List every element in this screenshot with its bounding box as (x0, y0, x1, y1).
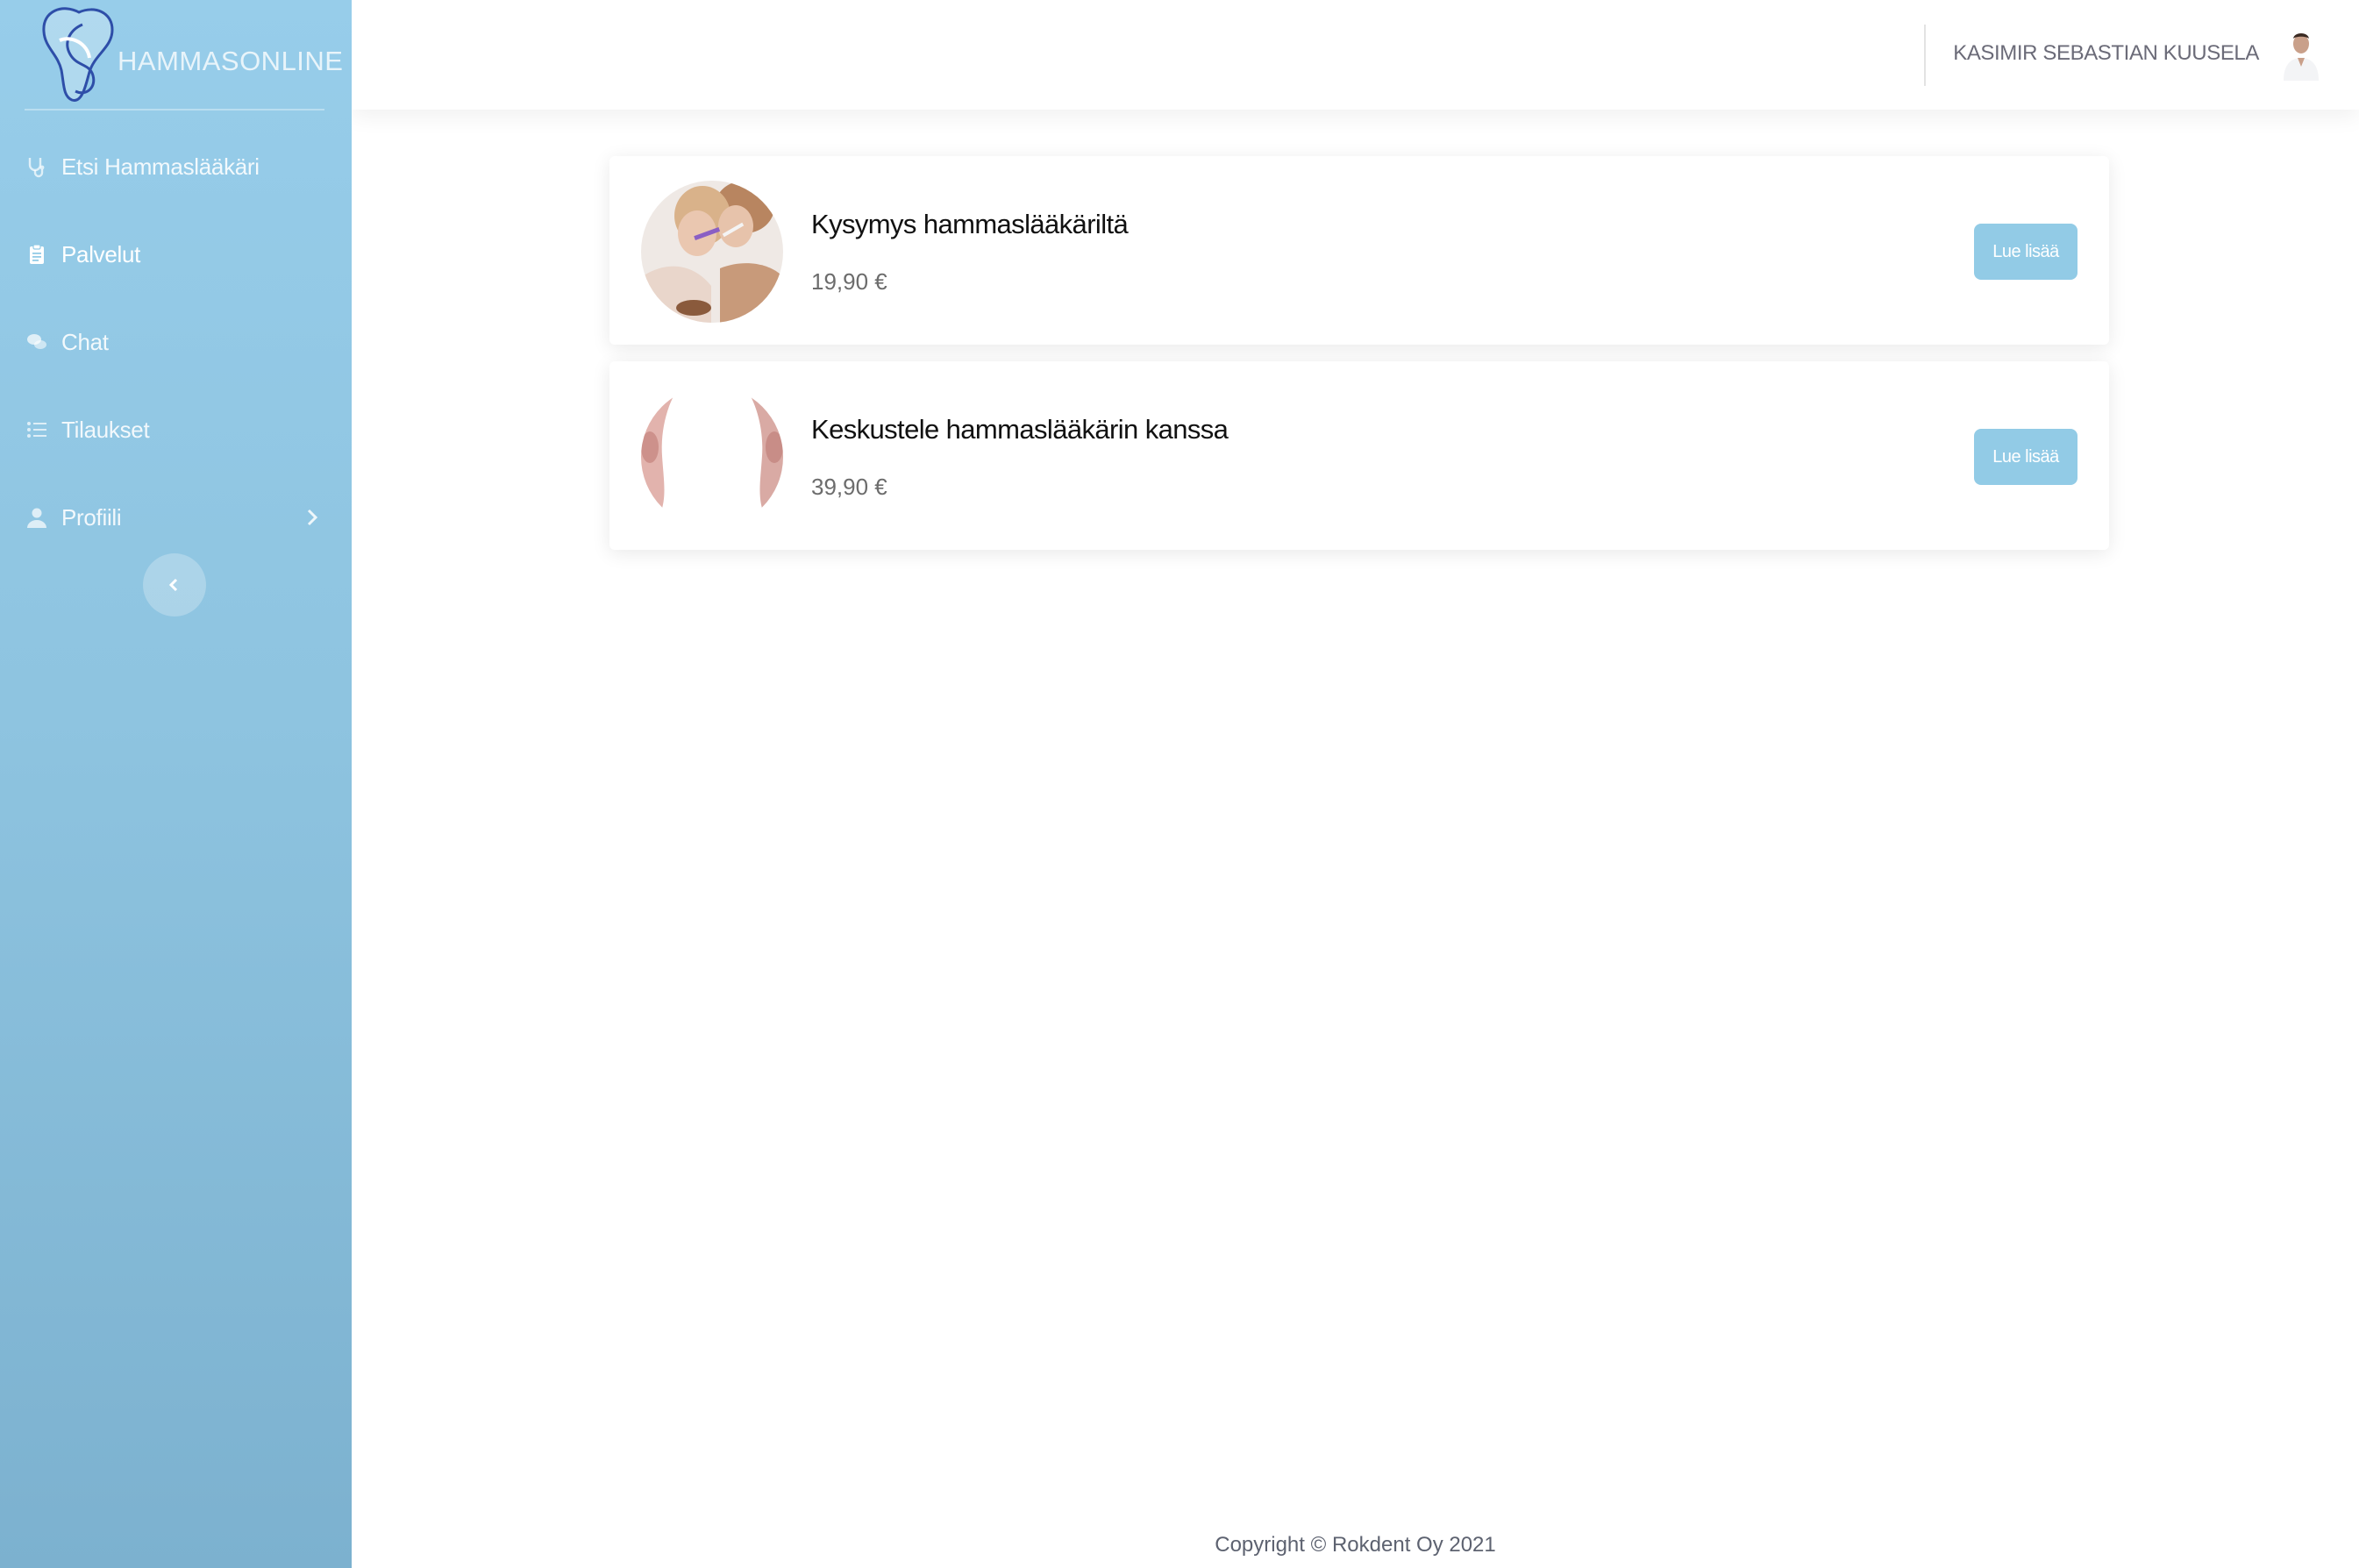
sidebar-item-label: Tilaukset (61, 416, 150, 443)
service-price: 19,90 € (811, 268, 887, 295)
app: HAMMASONLINE Etsi Hammaslääkäri Palvelut… (0, 0, 2359, 1568)
chat-icon (25, 330, 49, 354)
user-name[interactable]: KASIMIR SEBASTIAN KUUSELA (1953, 41, 2259, 66)
footer-copyright: Copyright © Rokdent Oy 2021 (1215, 1533, 1496, 1557)
sidebar-item-label: Etsi Hammaslääkäri (61, 153, 260, 180)
header-divider (1924, 25, 1926, 86)
list-icon (25, 417, 49, 442)
sidebar-collapse-button[interactable] (143, 553, 206, 617)
chevron-right-icon (307, 509, 318, 526)
read-more-button[interactable]: Lue lisää (1974, 224, 2077, 280)
service-card: Kysymys hammaslääkäriltä 19,90 € Lue lis… (609, 156, 2109, 345)
service-price: 39,90 € (811, 474, 887, 500)
service-card: Keskustele hammaslääkärin kanssa 39,90 €… (609, 361, 2109, 550)
sidebar-item-chat[interactable]: Chat (0, 298, 352, 386)
avatar[interactable] (2277, 28, 2326, 81)
stethoscope-icon (25, 154, 49, 179)
sidebar-item-label: Palvelut (61, 240, 141, 267)
sidebar-item-label: Profiili (61, 503, 122, 531)
service-title: Keskustele hammaslääkärin kanssa (811, 414, 1229, 445)
sidebar-item-etsi-hammaslaakari[interactable]: Etsi Hammaslääkäri (0, 123, 352, 210)
top-bar: KASIMIR SEBASTIAN KUUSELA (352, 0, 2359, 110)
sidebar-nav: Etsi Hammaslääkäri Palvelut Chat Tilauks… (0, 123, 352, 561)
sidebar-item-tilaukset[interactable]: Tilaukset (0, 386, 352, 474)
main-content: Kysymys hammaslääkäriltä 19,90 € Lue lis… (352, 110, 2359, 1568)
clipboard-icon (25, 242, 49, 267)
read-more-button[interactable]: Lue lisää (1974, 429, 2077, 485)
chevron-left-icon (168, 578, 178, 592)
sidebar-item-palvelut[interactable]: Palvelut (0, 210, 352, 298)
tooth-logo-icon (42, 7, 114, 102)
sidebar: HAMMASONLINE Etsi Hammaslääkäri Palvelut… (0, 0, 352, 1568)
service-image (641, 386, 783, 528)
brand-name: HAMMASONLINE (118, 46, 344, 76)
sidebar-item-label: Chat (61, 328, 109, 355)
service-image (641, 181, 783, 323)
brand[interactable]: HAMMASONLINE (25, 0, 343, 110)
service-title: Kysymys hammaslääkäriltä (811, 209, 1129, 239)
user-icon (25, 505, 49, 530)
sidebar-item-profiili[interactable]: Profiili (0, 474, 352, 561)
